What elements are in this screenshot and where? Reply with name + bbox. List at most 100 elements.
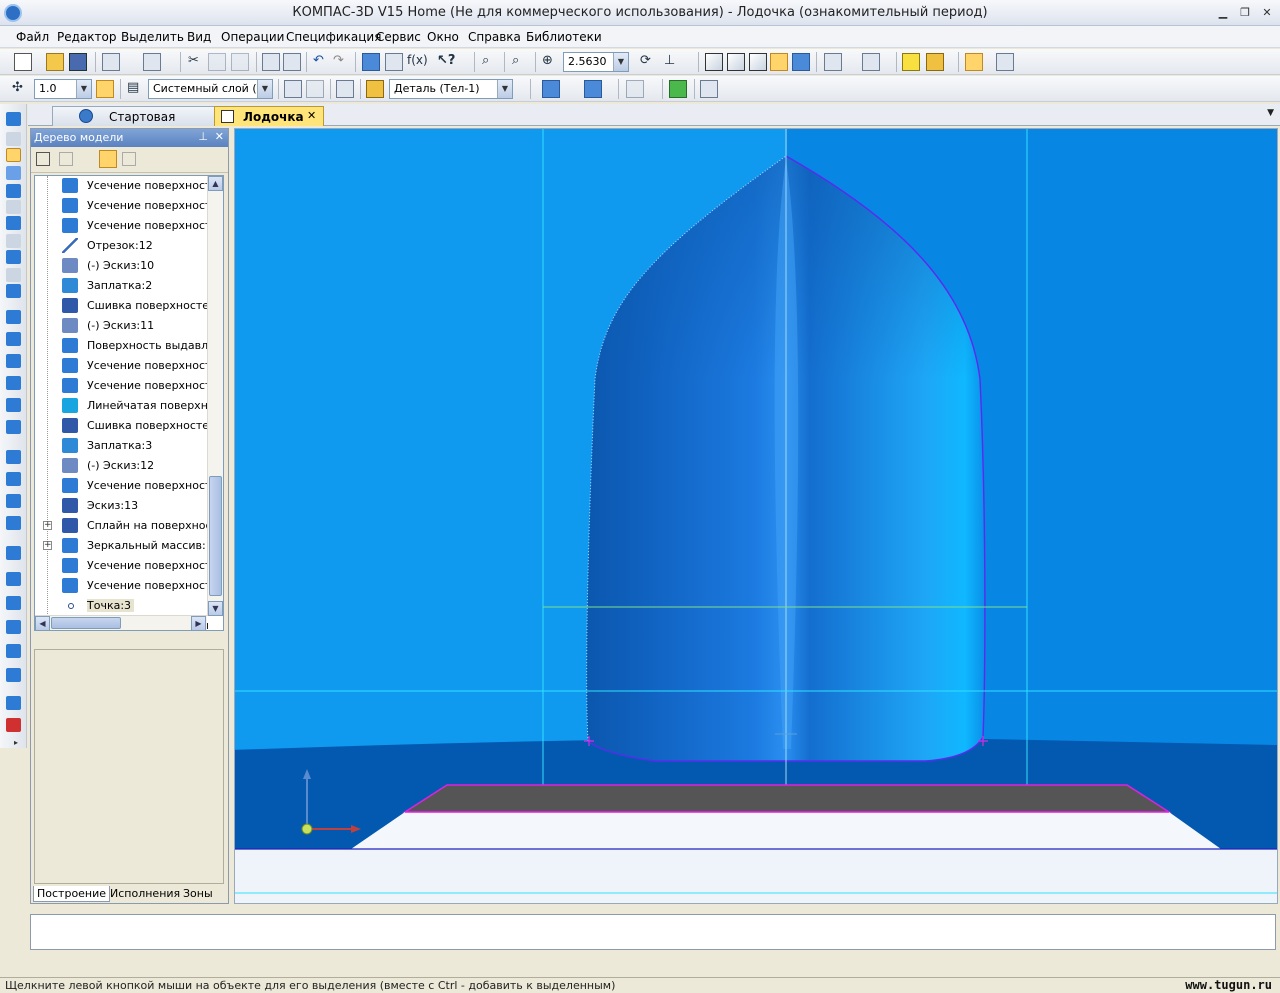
tree-item[interactable]: Усечение поверхности: bbox=[35, 576, 209, 596]
menu-select[interactable]: Выделить bbox=[121, 30, 184, 44]
menu-specification[interactable]: Спецификация bbox=[286, 30, 381, 44]
restore-button[interactable]: ❐ bbox=[1238, 6, 1252, 19]
sheet-metal-icon[interactable] bbox=[6, 284, 21, 298]
specification-icon[interactable] bbox=[6, 234, 21, 248]
properties-icon[interactable] bbox=[283, 53, 301, 71]
zoom-all-icon[interactable]: ⌕ bbox=[512, 53, 519, 68]
undo-icon[interactable]: ↶ bbox=[313, 53, 324, 68]
rotate-surface-tool-icon[interactable] bbox=[6, 332, 21, 346]
normal-surface-tool-icon[interactable] bbox=[6, 644, 21, 658]
orientation-icon[interactable]: ⊥ bbox=[664, 53, 675, 68]
loft-surface-tool-icon[interactable] bbox=[6, 376, 21, 390]
filter-bodies-icon[interactable] bbox=[902, 53, 920, 71]
layer-icon[interactable]: ▤ bbox=[127, 80, 139, 95]
part-icon[interactable] bbox=[366, 80, 384, 98]
open-folder-icon[interactable] bbox=[46, 53, 64, 71]
property-panel[interactable] bbox=[30, 914, 1276, 950]
chevron-down-icon[interactable]: ▼ bbox=[76, 80, 91, 98]
measure-icon[interactable] bbox=[996, 53, 1014, 71]
print-icon[interactable] bbox=[102, 53, 120, 71]
tree-item[interactable]: Усечение поверхности: bbox=[35, 556, 209, 576]
tree-item[interactable]: (-) Эскиз:12 bbox=[35, 456, 207, 476]
tree-item[interactable]: Усечение поверхности: bbox=[35, 356, 209, 376]
surfaces-panel-icon[interactable] bbox=[6, 148, 21, 162]
expand-icon[interactable]: + bbox=[43, 521, 52, 530]
tree-item[interactable]: Усечение поверхности: bbox=[35, 196, 209, 216]
line-style-icon[interactable] bbox=[626, 80, 644, 98]
section-icon[interactable] bbox=[862, 53, 880, 71]
thin-lines-view-icon[interactable] bbox=[749, 53, 767, 71]
round-coordinates-icon[interactable] bbox=[96, 80, 114, 98]
menu-view[interactable]: Вид bbox=[187, 30, 211, 44]
zoom-scale-combo[interactable]: 2.5630 ▼ bbox=[563, 52, 629, 72]
cursor-coordinates-icon[interactable]: ✣ bbox=[12, 80, 23, 95]
help-pointer-icon[interactable]: ↖? bbox=[437, 53, 455, 68]
zoom-window-icon[interactable]: ⌕ bbox=[482, 53, 489, 68]
close-panel-icon[interactable]: ✕ bbox=[215, 130, 224, 143]
split-surface-tool-icon[interactable] bbox=[6, 572, 21, 586]
tree-item[interactable]: Усечение поверхности: bbox=[35, 216, 209, 236]
print-preview-icon[interactable] bbox=[143, 53, 161, 71]
tree-item[interactable]: (-) Эскиз:10 bbox=[35, 256, 207, 276]
tree-view-icon[interactable] bbox=[59, 152, 73, 166]
close-tab-icon[interactable]: ✕ bbox=[307, 109, 316, 122]
tree-item[interactable]: Сшивка поверхностей:5 bbox=[35, 296, 209, 316]
tree-item[interactable]: Линейчатая поверхност bbox=[35, 396, 209, 416]
scroll-down-icon[interactable]: ▼ bbox=[208, 601, 223, 616]
chevron-down-icon[interactable]: ▼ bbox=[497, 80, 512, 98]
tree-item[interactable]: Поверхность выдавлив bbox=[35, 336, 209, 356]
menu-help[interactable]: Справка bbox=[468, 30, 521, 44]
diagnostics-icon[interactable] bbox=[6, 200, 21, 214]
dimensions-icon[interactable] bbox=[700, 80, 718, 98]
rotate-icon[interactable]: ⟳ bbox=[640, 53, 651, 68]
variables-icon[interactable] bbox=[385, 53, 403, 71]
paste-icon[interactable] bbox=[231, 53, 249, 71]
model-viewport[interactable] bbox=[234, 128, 1278, 904]
shaded-edges-view-icon[interactable] bbox=[792, 53, 810, 71]
tree-item[interactable]: + Сплайн на поверхности bbox=[35, 516, 209, 536]
color-properties-icon[interactable] bbox=[542, 80, 560, 98]
auxiliary-geometry-icon[interactable] bbox=[6, 184, 21, 198]
fill-surface-tool-icon[interactable] bbox=[6, 668, 21, 682]
part-combo[interactable]: Деталь (Тел-1) ▼ bbox=[389, 79, 513, 99]
expand-icon[interactable]: + bbox=[43, 541, 52, 550]
offset-surface-tool-icon[interactable] bbox=[6, 494, 21, 508]
scroll-right-icon[interactable]: ▶ bbox=[191, 616, 206, 630]
scroll-left-icon[interactable]: ◀ bbox=[35, 616, 50, 630]
tree-item[interactable]: (-) Эскиз:11 bbox=[35, 316, 207, 336]
tree-structure-icon[interactable] bbox=[36, 152, 50, 166]
minimize-button[interactable]: ▁ bbox=[1216, 6, 1230, 19]
menu-operations[interactable]: Операции bbox=[221, 30, 284, 44]
tab-boat-document[interactable]: Лодочка ✕ bbox=[214, 106, 324, 126]
tabs-menu-chevron-icon[interactable]: ▼ bbox=[1267, 108, 1274, 118]
shaded-view-icon[interactable] bbox=[770, 53, 788, 71]
function-icon[interactable]: f(x) bbox=[407, 53, 428, 67]
optical-properties-icon[interactable] bbox=[584, 80, 602, 98]
tree-item[interactable]: Усечение поверхности: bbox=[35, 376, 209, 396]
mesh-surface-tool-icon[interactable] bbox=[6, 398, 21, 412]
tree-item[interactable]: Усечение поверхности: bbox=[35, 476, 209, 496]
sketch-mode-icon[interactable] bbox=[284, 80, 302, 98]
wireframe-view-icon[interactable] bbox=[705, 53, 723, 71]
tree-item[interactable]: Сшивка поверхностей:6 bbox=[35, 416, 209, 436]
tab-construction[interactable]: Построение bbox=[33, 886, 111, 902]
tab-variants[interactable]: Исполнения bbox=[107, 886, 183, 902]
zoom-in-icon[interactable]: ⊕ bbox=[542, 53, 553, 68]
tree-item[interactable]: Усечение поверхности: bbox=[35, 176, 209, 196]
filters-icon[interactable] bbox=[6, 216, 21, 230]
menu-window[interactable]: Окно bbox=[427, 30, 459, 44]
designations-icon[interactable] bbox=[6, 268, 21, 282]
stitch-surface-tool-icon[interactable] bbox=[6, 546, 21, 560]
remove-surface-tool-icon[interactable] bbox=[6, 718, 21, 732]
tree-item[interactable]: Эскиз:13 bbox=[35, 496, 207, 516]
tree-horizontal-scrollbar[interactable]: ◀ ▶ bbox=[35, 615, 207, 630]
perspective-icon[interactable] bbox=[824, 53, 842, 71]
tab-zones[interactable]: Зоны bbox=[180, 886, 216, 902]
copy-icon[interactable] bbox=[208, 53, 226, 71]
patch-tool-icon[interactable] bbox=[6, 420, 21, 434]
trim-surface-tool-icon[interactable] bbox=[6, 516, 21, 530]
filter-surfaces-icon[interactable] bbox=[926, 53, 944, 71]
model-scene[interactable] bbox=[235, 129, 1278, 904]
edit-in-place-icon[interactable] bbox=[306, 80, 324, 98]
extrude-surface-tool-icon[interactable] bbox=[6, 310, 21, 324]
